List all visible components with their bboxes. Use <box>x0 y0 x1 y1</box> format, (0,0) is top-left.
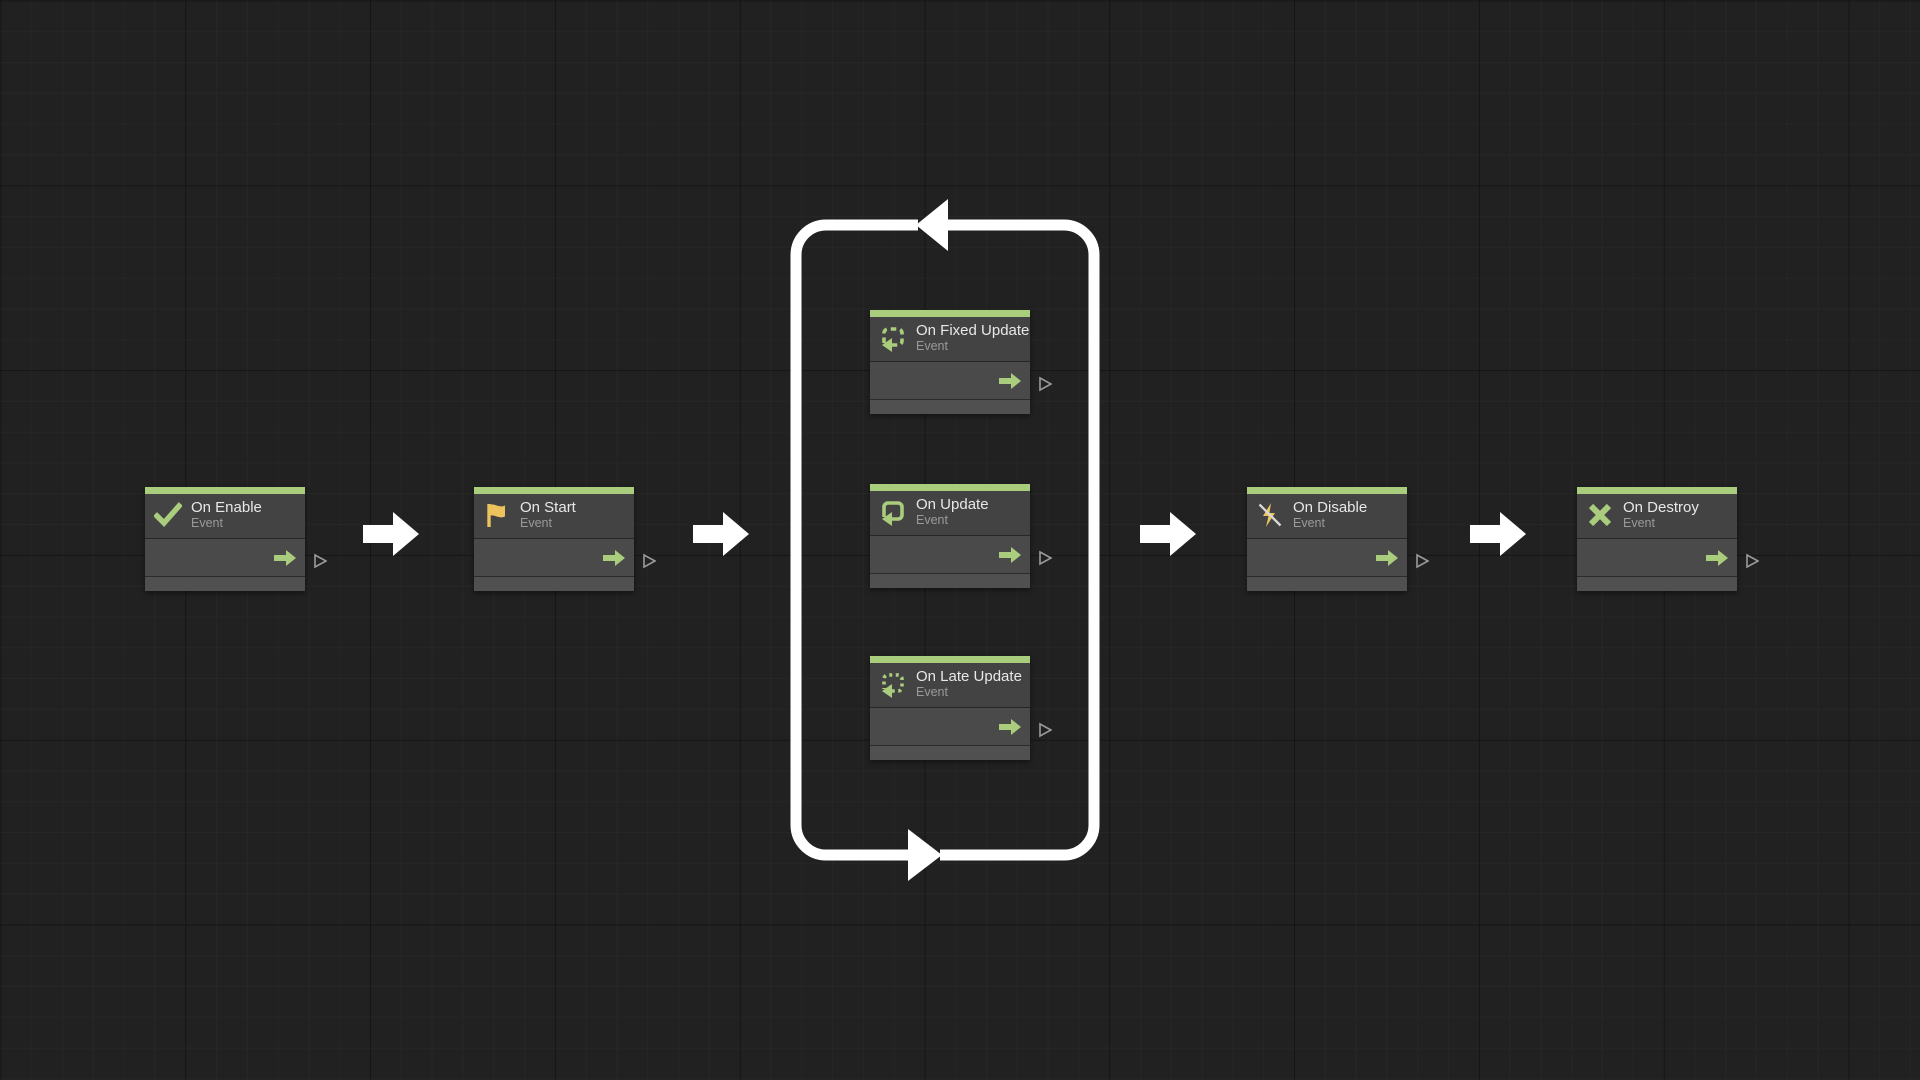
node-header[interactable]: On Fixed Update Event <box>870 317 1030 362</box>
output-port-on-fixed-update[interactable] <box>1038 376 1052 392</box>
flow-out-arrow-icon <box>999 372 1021 389</box>
output-port-on-start[interactable] <box>642 553 656 569</box>
flow-out-arrow-icon <box>274 549 296 566</box>
node-title: On Start <box>520 499 576 516</box>
node-graph-canvas[interactable]: On Enable Event On Start Event On Fixed … <box>0 0 1920 1080</box>
node-header[interactable]: On Late Update Event <box>870 663 1030 708</box>
connector-start-to-loop <box>693 512 749 556</box>
node-footer <box>870 400 1030 414</box>
node-accent-bar <box>474 487 634 494</box>
node-on-fixed-update[interactable]: On Fixed Update Event <box>870 310 1030 414</box>
output-port-on-update[interactable] <box>1038 550 1052 566</box>
node-header[interactable]: On Update Event <box>870 491 1030 536</box>
node-output-row[interactable] <box>1577 539 1737 577</box>
connector-disable-to-destroy <box>1470 512 1526 556</box>
node-footer <box>1577 577 1737 591</box>
node-output-row[interactable] <box>1247 539 1407 577</box>
flow-out-arrow-icon <box>603 549 625 566</box>
node-on-destroy[interactable]: On Destroy Event <box>1577 487 1737 591</box>
node-output-row[interactable] <box>870 536 1030 574</box>
node-on-late-update[interactable]: On Late Update Event <box>870 656 1030 760</box>
lightning-slash-icon <box>1255 500 1285 530</box>
node-footer <box>145 577 305 591</box>
node-header[interactable]: On Enable Event <box>145 494 305 539</box>
node-title: On Disable <box>1293 499 1368 516</box>
node-accent-bar <box>1247 487 1407 494</box>
node-accent-bar <box>870 484 1030 491</box>
output-port-on-enable[interactable] <box>313 553 327 569</box>
node-title: On Destroy <box>1623 499 1699 516</box>
node-title: On Late Update <box>916 668 1022 685</box>
loop-dashed-icon <box>878 323 908 353</box>
node-subtitle: Event <box>191 516 223 530</box>
node-header[interactable]: On Start Event <box>474 494 634 539</box>
node-output-row[interactable] <box>870 708 1030 746</box>
node-footer <box>1247 577 1407 591</box>
cross-icon <box>1585 500 1615 530</box>
node-header[interactable]: On Disable Event <box>1247 494 1407 539</box>
node-accent-bar <box>145 487 305 494</box>
node-title: On Fixed Update <box>916 322 1030 339</box>
node-subtitle: Event <box>916 685 948 699</box>
loop-solid-icon <box>878 497 908 527</box>
node-output-row[interactable] <box>870 362 1030 400</box>
check-icon <box>153 500 183 530</box>
loop-late-icon <box>878 669 908 699</box>
node-subtitle: Event <box>916 513 948 527</box>
flow-out-arrow-icon <box>1706 549 1728 566</box>
output-port-on-late-update[interactable] <box>1038 722 1052 738</box>
output-port-on-disable[interactable] <box>1415 553 1429 569</box>
node-title: On Update <box>916 496 989 513</box>
node-subtitle: Event <box>1623 516 1655 530</box>
flow-out-arrow-icon <box>999 546 1021 563</box>
node-header[interactable]: On Destroy Event <box>1577 494 1737 539</box>
node-on-start[interactable]: On Start Event <box>474 487 634 591</box>
flow-out-arrow-icon <box>1376 549 1398 566</box>
node-on-enable[interactable]: On Enable Event <box>145 487 305 591</box>
flow-out-arrow-icon <box>999 718 1021 735</box>
node-on-disable[interactable]: On Disable Event <box>1247 487 1407 591</box>
node-subtitle: Event <box>1293 516 1325 530</box>
node-accent-bar <box>870 310 1030 317</box>
node-footer <box>870 574 1030 588</box>
node-footer <box>870 746 1030 760</box>
output-port-on-destroy[interactable] <box>1745 553 1759 569</box>
node-accent-bar <box>870 656 1030 663</box>
connector-loop-to-disable <box>1140 512 1196 556</box>
node-subtitle: Event <box>520 516 552 530</box>
node-title: On Enable <box>191 499 262 516</box>
node-on-update[interactable]: On Update Event <box>870 484 1030 588</box>
flag-icon <box>482 500 512 530</box>
node-accent-bar <box>1577 487 1737 494</box>
connector-enable-to-start <box>363 512 419 556</box>
node-footer <box>474 577 634 591</box>
node-output-row[interactable] <box>474 539 634 577</box>
node-output-row[interactable] <box>145 539 305 577</box>
node-subtitle: Event <box>916 339 948 353</box>
